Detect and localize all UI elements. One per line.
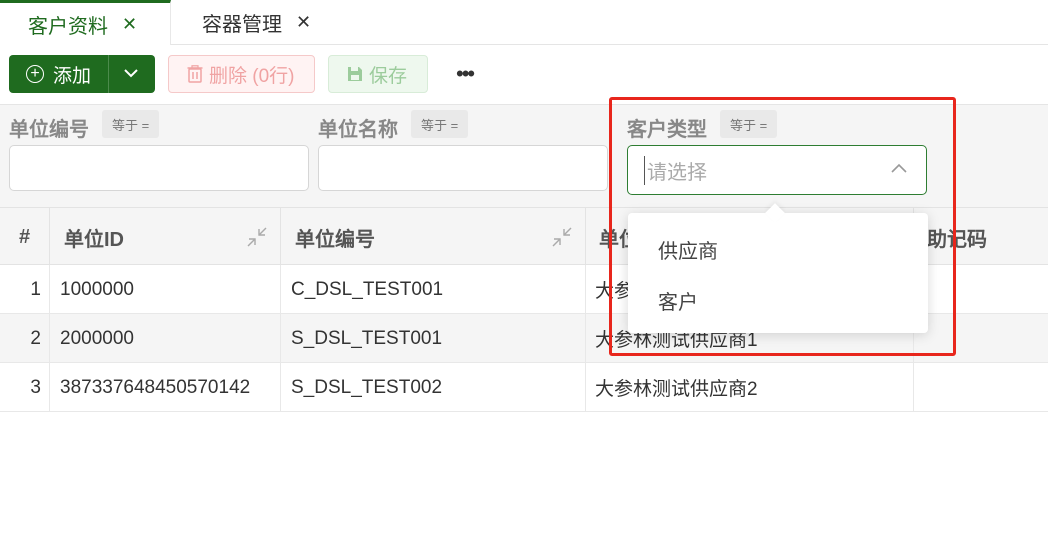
delete-button[interactable]: 删除 (0行) (168, 55, 315, 93)
column-header-mnemonic[interactable]: 助记码 (914, 208, 1048, 266)
tab-label: 容器管理 (202, 13, 282, 36)
cell-index: 1 (0, 265, 50, 314)
delete-button-label: 删除 (0行) (209, 65, 295, 87)
cell-mnemonic (914, 265, 1048, 314)
unit-code-input[interactable] (9, 145, 309, 191)
table-row[interactable]: 3 387337648450570142 S_DSL_TEST002 大参林测试… (0, 363, 1048, 412)
cell-unit-id: 1000000 (50, 265, 281, 314)
cell-mnemonic (914, 314, 1048, 363)
split-divider (108, 55, 109, 93)
cell-index: 2 (0, 314, 50, 363)
save-button-label: 保存 (369, 65, 408, 87)
unit-name-input[interactable] (318, 145, 608, 191)
add-button[interactable]: + 添加 (9, 55, 155, 93)
filter-label-unit-name: 单位名称 (318, 119, 398, 141)
more-options-icon[interactable]: ••• (456, 61, 476, 86)
column-header-label: 单位ID (64, 228, 124, 251)
cell-mnemonic (914, 363, 1048, 412)
operator-chip[interactable]: 等于 = (720, 110, 778, 138)
shrink-icon[interactable] (246, 226, 268, 248)
cell-index: 3 (0, 363, 50, 412)
chevron-up-icon (891, 163, 907, 173)
close-icon[interactable]: ✕ (296, 12, 311, 33)
trash-icon (187, 65, 203, 83)
cell-unit-id: 387337648450570142 (50, 363, 281, 412)
dropdown-option-customer[interactable]: 客户 (658, 286, 698, 315)
cell-unit-code: S_DSL_TEST002 (281, 363, 586, 412)
cell-unit-id: 2000000 (50, 314, 281, 363)
save-button[interactable]: 保存 (328, 55, 428, 93)
cell-unit-name: 大参林测试供应商2 (586, 363, 914, 412)
toolbar: + 添加 删除 (0行) 保存 ••• (0, 45, 1048, 104)
column-header-unit-id[interactable]: 单位ID (50, 208, 281, 266)
filter-label-customer-type: 客户类型 (627, 119, 707, 141)
customer-type-dropdown: 供应商 客户 (628, 203, 928, 333)
operator-chip[interactable]: 等于 = (411, 110, 469, 138)
operator-chip[interactable]: 等于 = (102, 110, 160, 138)
cell-unit-code: C_DSL_TEST001 (281, 265, 586, 314)
customer-type-select[interactable]: 请选择 (627, 145, 927, 195)
close-icon[interactable]: ✕ (122, 14, 137, 35)
tab-customer-info[interactable]: 客户资料 ✕ (0, 0, 171, 45)
plus-circle-icon: + (26, 65, 44, 83)
tab-bar: 客户资料 ✕ 容器管理 ✕ (0, 0, 1048, 45)
save-icon (348, 67, 362, 81)
add-button-label: 添加 (53, 65, 92, 87)
column-header-index: # (0, 208, 50, 266)
tab-container-management[interactable]: 容器管理 ✕ (202, 0, 311, 44)
column-header-unit-code[interactable]: 单位编号 (281, 208, 586, 266)
shrink-icon[interactable] (551, 226, 573, 248)
filter-panel: 单位编号 等于 = 单位名称 等于 = 客户类型 等于 = 请选择 (0, 104, 1048, 208)
tab-label: 客户资料 (28, 15, 108, 38)
cell-unit-code: S_DSL_TEST001 (281, 314, 586, 363)
column-header-label: 单位编号 (295, 228, 375, 251)
select-placeholder: 请选择 (644, 155, 707, 185)
chevron-down-icon[interactable] (121, 63, 141, 83)
dropdown-option-supplier[interactable]: 供应商 (658, 235, 718, 264)
filter-label-unit-code: 单位编号 (9, 119, 89, 141)
